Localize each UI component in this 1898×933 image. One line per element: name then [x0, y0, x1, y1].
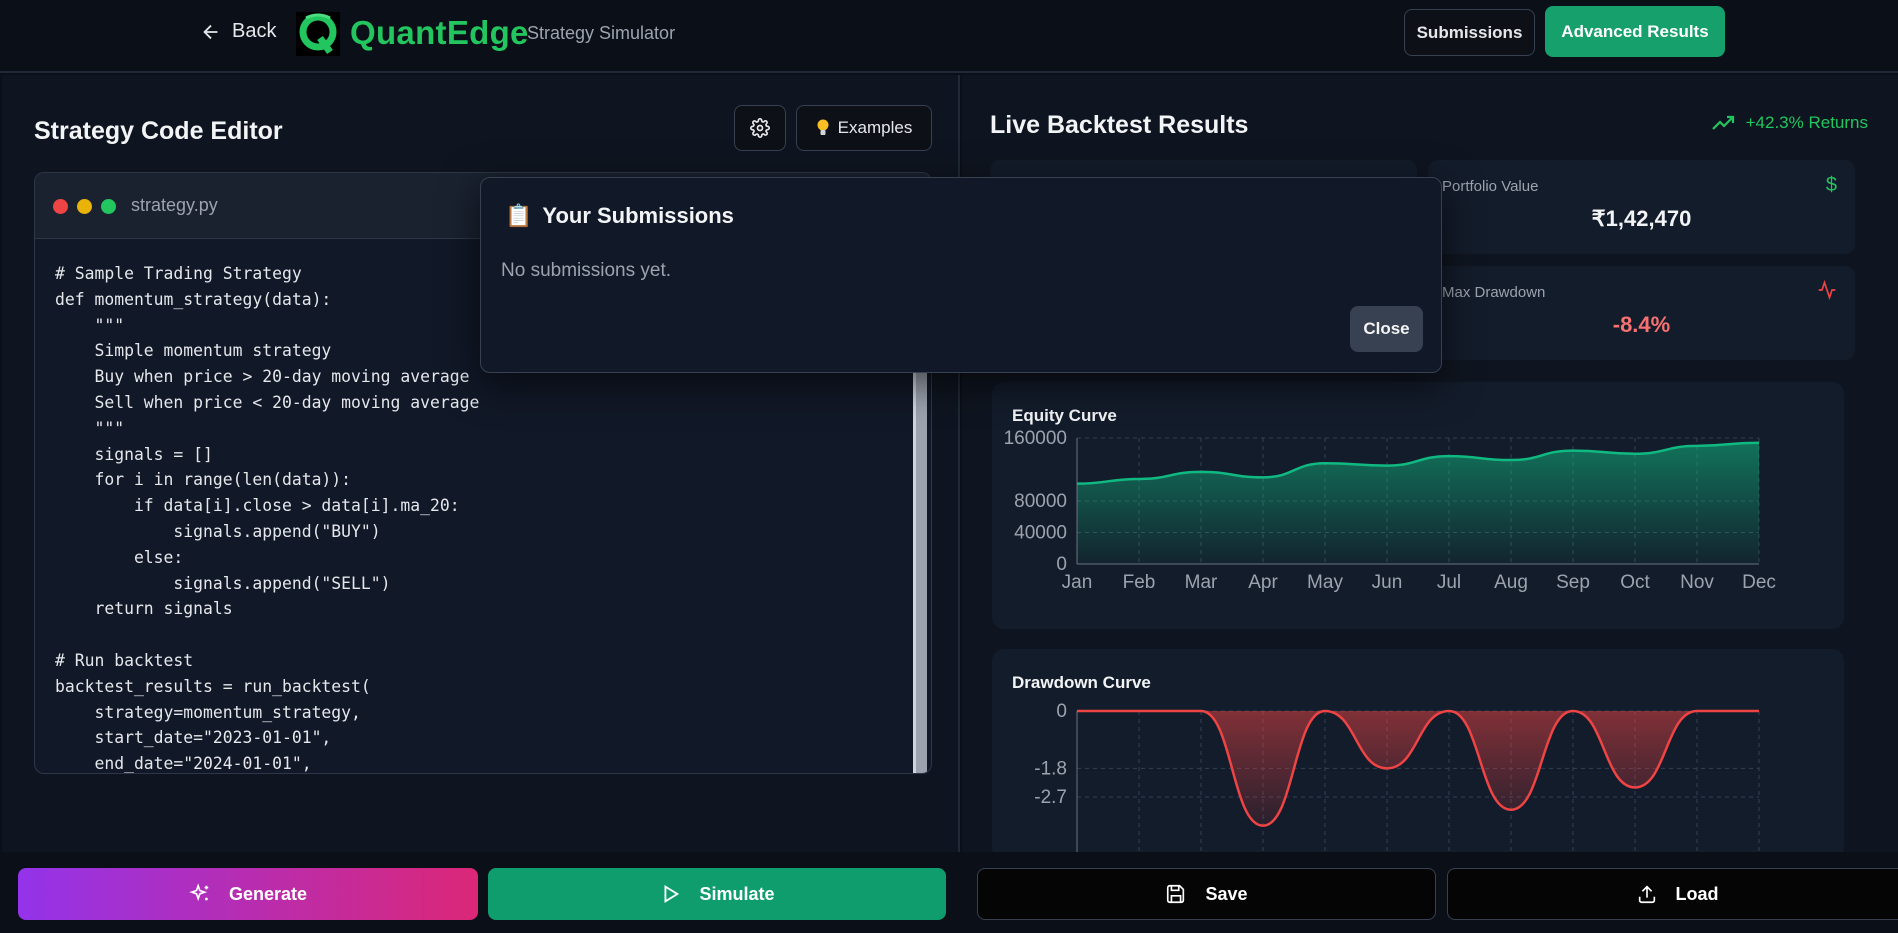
code-text[interactable]: # Sample Trading Strategy def momentum_s…: [55, 261, 479, 773]
x-tick-label: Dec: [1742, 572, 1776, 593]
file-name: strategy.py: [131, 195, 218, 215]
green-dot-icon: [101, 199, 116, 214]
y-tick-label: 0: [1056, 554, 1067, 575]
generate-label: Generate: [228, 883, 308, 904]
y-tick-label: -1.8: [1034, 758, 1067, 779]
max-drawdown-card: Max Drawdown -8.4%: [1428, 266, 1855, 360]
drawdown-chart: 0 -1.8 -2.7: [1034, 701, 1760, 859]
equity-curve-card: Equity Curve Jan Feb Mar Apr May Jun Jul Aug Sep…: [992, 382, 1844, 629]
advanced-results-button[interactable]: Advanced Results: [1545, 6, 1725, 57]
arrow-left-icon: [203, 24, 218, 39]
y-tick-label: 80000: [1014, 491, 1067, 512]
simulate-label: Simulate: [699, 883, 775, 904]
save-icon: [1167, 884, 1185, 904]
x-tick-label: Nov: [1680, 572, 1714, 593]
drawdown-label: Max Drawdown: [1442, 284, 1546, 301]
generate-button[interactable]: Generate: [18, 868, 478, 920]
trending-up-icon: [1711, 115, 1734, 130]
action-bar: Generate Simulate Save Load: [0, 852, 1898, 933]
lightbulb-icon: [817, 119, 829, 135]
yellow-dot-icon: [77, 199, 92, 214]
portfolio-label: Portfolio Value: [1442, 178, 1539, 195]
drawdown-value: -8.4%: [1612, 312, 1671, 337]
modal-title: 📋 Your Submissions: [505, 203, 734, 229]
simulate-button[interactable]: Simulate: [488, 868, 946, 920]
activity-icon: [1818, 280, 1836, 300]
x-tick-label: Jun: [1372, 572, 1403, 593]
red-dot-icon: [53, 199, 68, 214]
examples-label: Examples: [837, 118, 913, 137]
x-tick-label: Mar: [1185, 572, 1218, 593]
x-tick-label: Jan: [1062, 572, 1093, 593]
save-label: Save: [1205, 883, 1248, 904]
clipboard-icon: 📋: [505, 203, 533, 228]
submissions-modal: 📋 Your Submissions No submissions yet. C…: [480, 177, 1442, 373]
x-tick-label: Jul: [1437, 572, 1461, 593]
examples-button[interactable]: Examples: [796, 105, 932, 151]
x-tick-label: Aug: [1494, 572, 1528, 593]
x-tick-label: Apr: [1248, 572, 1278, 593]
modal-title-text: Your Submissions: [542, 203, 734, 228]
brand-name: QuantEdge: [350, 14, 529, 51]
x-tick-label: Oct: [1620, 572, 1650, 593]
x-tick-label: May: [1307, 572, 1343, 593]
load-label: Load: [1675, 883, 1719, 904]
equity-chart: Jan Feb Mar Apr May Jun Jul Aug Sep Oct Nov Dec 0 400…: [1004, 428, 1776, 593]
portfolio-value-card: Portfolio Value $ ₹1,42,470: [1428, 160, 1855, 254]
save-button[interactable]: Save: [977, 868, 1436, 920]
gear-icon: [750, 118, 770, 138]
returns-badge: +42.3% Returns: [1711, 113, 1868, 133]
play-icon: [664, 885, 680, 903]
load-button[interactable]: Load: [1447, 868, 1898, 920]
settings-button[interactable]: [734, 105, 786, 151]
editor-title: Strategy Code Editor: [34, 117, 283, 145]
close-button[interactable]: Close: [1350, 306, 1423, 352]
submissions-button[interactable]: Submissions: [1404, 9, 1535, 56]
y-tick-label: 160000: [1004, 428, 1067, 449]
brand-logo: [296, 12, 340, 56]
y-tick-label: 40000: [1014, 523, 1067, 544]
upload-icon: [1638, 885, 1655, 904]
empty-submissions-text: No submissions yet.: [501, 260, 672, 281]
sparkles-icon: [189, 883, 209, 902]
results-title: Live Backtest Results: [990, 111, 1249, 139]
portfolio-value: ₹1,42,470: [1591, 206, 1692, 231]
returns-label: +42.3% Returns: [1745, 113, 1868, 132]
drawdown-curve-card: Drawdown Curve 0 -1.8 -2.7: [992, 649, 1844, 859]
app-subtitle: Strategy Simulator: [527, 23, 676, 43]
x-tick-label: Sep: [1556, 572, 1590, 593]
back-label: Back: [232, 20, 277, 42]
dollar-icon: $: [1825, 174, 1837, 196]
x-tick-label: Feb: [1123, 572, 1156, 593]
y-tick-label: -2.7: [1034, 787, 1067, 808]
back-button[interactable]: Back: [200, 20, 276, 43]
y-tick-label: 0: [1056, 701, 1067, 722]
top-bar: Back QuantEdge Strategy Simulator Submis…: [0, 0, 1898, 73]
